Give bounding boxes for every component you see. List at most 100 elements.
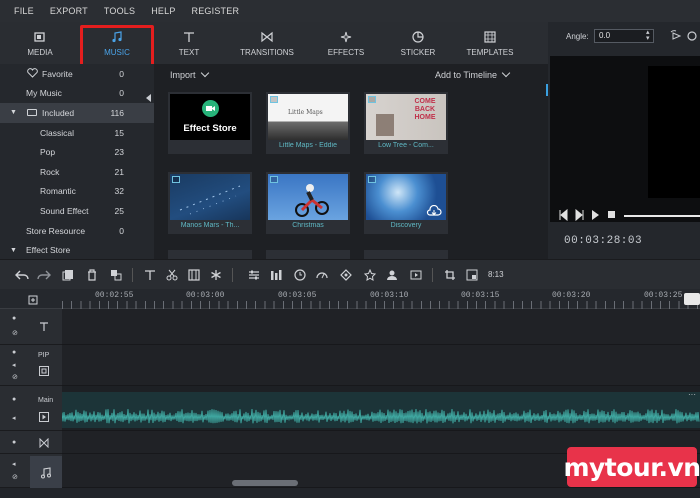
eye-icon[interactable]: ● xyxy=(12,315,16,322)
menu-tools[interactable]: TOOLS xyxy=(104,6,135,16)
music-media-grid: Import Add to Timeline Effect Store Litt… xyxy=(154,64,548,259)
speaker-icon[interactable]: ◂ xyxy=(12,414,16,422)
sidebar-item-rock[interactable]: Rock 21 xyxy=(0,162,154,182)
rotate-right-icon[interactable] xyxy=(686,29,698,47)
tab-text[interactable]: TEXT xyxy=(154,22,224,64)
tab-templates-label: TEMPLATES xyxy=(466,47,514,57)
tab-sticker[interactable]: STICKER xyxy=(382,22,454,64)
sidebar-item-store-resource[interactable]: Store Resource 0 xyxy=(0,221,154,241)
tab-transitions[interactable]: TRANSITIONS xyxy=(224,22,310,64)
expand-down-icon[interactable]: ▼ xyxy=(10,109,17,116)
cloud-download-icon[interactable] xyxy=(426,204,442,220)
ruler-time: 00:03:20 xyxy=(552,291,591,300)
chair-image xyxy=(376,114,394,136)
link-icon[interactable]: ⊘ xyxy=(12,373,18,381)
sidebar-item-included[interactable]: ▼ Included 116 xyxy=(0,103,154,123)
chevron-down-icon xyxy=(501,68,511,78)
music-badge-icon xyxy=(270,176,278,183)
scissors-icon[interactable] xyxy=(164,267,180,283)
sidebar-item-my-music[interactable]: My Music 0 xyxy=(0,84,154,104)
menu-register[interactable]: REGISTER xyxy=(192,6,240,16)
media-tile-partial[interactable] xyxy=(364,250,448,259)
timeline-horizontal-scrollbar[interactable] xyxy=(232,480,298,486)
step-forward-icon[interactable] xyxy=(575,208,584,222)
angle-stepper[interactable]: ▴ ▾ xyxy=(646,29,650,42)
crop-film-icon[interactable] xyxy=(186,267,202,283)
media-tile-christmas[interactable]: Christmas xyxy=(266,172,350,234)
angle-input[interactable]: 0.0 xyxy=(594,29,654,43)
menu-export[interactable]: EXPORT xyxy=(50,6,88,16)
media-tile-little-maps[interactable]: Little Maps Little Maps - Eddie xyxy=(266,92,350,154)
duration-clock-icon[interactable] xyxy=(292,267,308,283)
tab-media[interactable]: MEDIA xyxy=(0,22,80,64)
add-track-icon[interactable] xyxy=(28,292,40,310)
sidebar-item-romantic[interactable]: Romantic 32 xyxy=(0,182,154,202)
more-icon[interactable]: ··· xyxy=(688,390,696,399)
eye-icon[interactable]: ● xyxy=(12,349,16,356)
sidebar-item-count: 116 xyxy=(110,107,124,118)
text-track-icon xyxy=(38,321,50,333)
adjust-sliders-icon[interactable] xyxy=(246,267,262,283)
sidebar-item-count: 15 xyxy=(114,127,124,138)
color-match-icon[interactable] xyxy=(338,267,354,283)
eye-icon[interactable]: ● xyxy=(12,439,16,446)
music-badge-icon xyxy=(368,176,376,183)
expand-down-icon[interactable]: ▼ xyxy=(10,247,17,254)
media-tile-partial[interactable] xyxy=(168,250,252,259)
audio-bars-icon[interactable] xyxy=(268,267,284,283)
link-icon[interactable]: ⊘ xyxy=(12,473,18,481)
copy-icon[interactable] xyxy=(60,267,76,283)
import-dropdown[interactable]: Import xyxy=(170,68,209,80)
delete-icon[interactable] xyxy=(84,267,100,283)
tab-templates[interactable]: TEMPLATES xyxy=(454,22,526,64)
timeline-ruler[interactable]: 00:02:55 00:03:00 00:03:05 00:03:10 00:0… xyxy=(0,289,700,309)
link-icon[interactable]: ⊘ xyxy=(12,329,18,337)
media-tile-partial[interactable] xyxy=(266,250,350,259)
aspect-ratio-label[interactable]: 8:13 xyxy=(488,270,504,279)
speaker-icon[interactable]: ◂ xyxy=(12,361,16,369)
track-lane-pip[interactable] xyxy=(62,345,700,386)
sidebar-item-label: Favorite xyxy=(42,68,73,79)
star-effect-icon[interactable] xyxy=(362,267,378,283)
little-maps-thumbnail: Little Maps xyxy=(268,94,348,140)
pip-screen-icon[interactable] xyxy=(464,267,480,283)
media-tile-effect-store[interactable]: Effect Store xyxy=(168,92,252,154)
media-tile-low-tree[interactable]: COME BACK HOME Low Tree - Com... xyxy=(364,92,448,154)
rotate-left-icon[interactable] xyxy=(670,29,682,47)
crop-icon[interactable] xyxy=(442,267,458,283)
timecode-display: 00:03:28:03 xyxy=(564,235,643,247)
freeze-snowflake-icon[interactable] xyxy=(208,267,224,283)
media-tile-manos-mars[interactable]: Manos Mars - Th... xyxy=(168,172,252,234)
skip-back-icon[interactable] xyxy=(559,208,568,222)
toolbar-divider xyxy=(432,268,433,282)
redo-icon[interactable] xyxy=(36,267,52,283)
media-tile-discovery[interactable]: Discovery xyxy=(364,172,448,234)
playhead-marker[interactable] xyxy=(684,293,700,305)
undo-icon[interactable] xyxy=(14,267,30,283)
sidebar-item-favorite[interactable]: Favorite 0 xyxy=(0,64,154,84)
playback-progress-bar[interactable] xyxy=(624,215,700,217)
track-lane-text[interactable] xyxy=(62,309,700,345)
main-audio-waveform[interactable] xyxy=(62,392,700,428)
collapse-sidebar-icon[interactable] xyxy=(146,94,151,102)
menu-file[interactable]: FILE xyxy=(14,6,34,16)
replace-icon[interactable] xyxy=(108,267,124,283)
stop-icon[interactable] xyxy=(608,211,615,218)
person-mosaic-icon[interactable] xyxy=(384,267,400,283)
menu-help[interactable]: HELP xyxy=(151,6,175,16)
record-box-icon[interactable] xyxy=(408,267,424,283)
eye-icon[interactable]: ● xyxy=(12,396,16,403)
tab-effects[interactable]: EFFECTS xyxy=(310,22,382,64)
sidebar-item-effect-store[interactable]: ▼ Effect Store xyxy=(0,240,154,259)
music-track-selected[interactable] xyxy=(30,456,62,488)
speaker-icon[interactable]: ◂ xyxy=(12,460,16,468)
speed-gauge-icon[interactable] xyxy=(314,267,330,283)
sidebar-item-count: 0 xyxy=(119,88,124,99)
add-to-timeline-dropdown[interactable]: Add to Timeline xyxy=(435,68,511,80)
text-tool-icon[interactable] xyxy=(142,267,158,283)
sidebar-item-pop[interactable]: Pop 23 xyxy=(0,142,154,162)
sidebar-item-sound-effect[interactable]: Sound Effect 25 xyxy=(0,201,154,221)
sidebar-item-classical[interactable]: Classical 15 xyxy=(0,123,154,143)
play-icon[interactable] xyxy=(592,210,599,220)
preview-screen[interactable] xyxy=(550,56,700,222)
